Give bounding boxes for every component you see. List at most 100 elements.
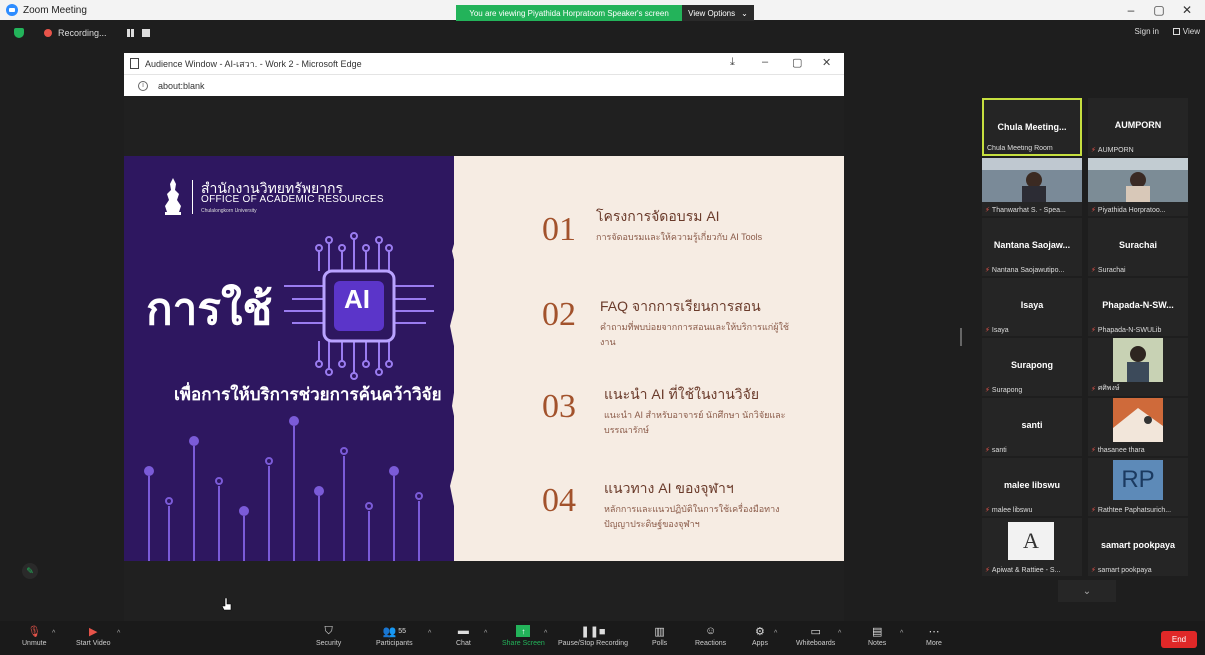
video-tile[interactable]: Nantana Saojaw... ⚡ Nantana Saojawutipo..… [982, 218, 1082, 276]
polls-label: Polls [652, 640, 668, 647]
browser-titlebar: Audience Window - AI-เสวา. - Work 2 - Mi… [124, 53, 844, 74]
muted-mic-icon: ⚡ [985, 207, 990, 214]
share-options-caret[interactable]: ^ [544, 630, 547, 637]
video-tile[interactable]: ⚡ thasanee thara [1088, 398, 1188, 456]
video-tile[interactable]: Chula Meeting... Chula Meeting Room [982, 98, 1082, 156]
apps-button[interactable]: ⚙ Apps [752, 625, 768, 648]
more-label: More [926, 640, 942, 647]
item-description: หลักการและแนวปฏิบัติในการใช้เครื่องมือทา… [604, 504, 780, 529]
participants-options-caret[interactable]: ^ [428, 630, 431, 637]
whiteboards-label: Whiteboards [796, 640, 836, 647]
muted-mic-icon: ⚡ [985, 387, 990, 394]
video-tile[interactable]: Surachai ⚡ Surachai [1088, 218, 1188, 276]
video-tile[interactable]: ⚡ Piyathida Horpratoo... [1088, 158, 1188, 216]
notes-button[interactable]: ▤ Notes [868, 625, 887, 648]
participant-label: ⚡ Thanwarhat S. - Spea... [985, 206, 1066, 215]
shield-icon[interactable] [14, 28, 24, 38]
video-tile[interactable]: Surapong ⚡ Surapong [982, 338, 1082, 396]
unmute-label: Unmute [22, 640, 47, 647]
end-meeting-button[interactable]: End [1161, 631, 1197, 648]
grid-next-page-button[interactable]: ⌄ [1058, 580, 1116, 602]
sign-in-link[interactable]: Sign in [1135, 27, 1159, 36]
slide-subheadline: เพื่อการให้บริการช่วยการค้นคว้าวิจัย [174, 385, 442, 404]
pause-recording-icon[interactable] [126, 29, 130, 37]
annotate-pencil-icon[interactable]: ✎ [22, 563, 38, 579]
info-icon[interactable]: i [138, 80, 148, 91]
video-tile[interactable]: A ⚡ Apiwat & Rattiee - S... [982, 518, 1082, 576]
participant-label: ⚡ Apiwat & Rattiee - S... [985, 566, 1061, 575]
notes-options-caret[interactable]: ^ [900, 630, 903, 637]
item-description: คำถามที่พบบ่อยจากการสอนและให้บริการแก่ผู… [600, 322, 790, 347]
reactions-label: Reactions [695, 640, 727, 647]
browser-minimize-button[interactable]: – [762, 56, 768, 68]
whiteboards-button[interactable]: ▭ Whiteboards [796, 625, 836, 648]
share-screen-button[interactable]: ↑ Share Screen [502, 625, 545, 647]
chat-options-caret[interactable]: ^ [484, 630, 487, 637]
video-tile[interactable]: ⚡ ศศิพงษ์ [1088, 338, 1188, 396]
participant-video [982, 158, 1082, 202]
video-tile[interactable]: RP ⚡ Rathtee Paphatsurich... [1088, 458, 1188, 516]
muted-mic-icon: ⚡ [1091, 567, 1096, 574]
audio-options-caret[interactable]: ^ [52, 630, 55, 637]
unmute-button[interactable]: 🎙 Unmute [22, 625, 47, 648]
polls-button[interactable]: ▥ Polls [652, 625, 668, 648]
security-button[interactable]: ⛉ Security [316, 624, 341, 648]
browser-title: Audience Window - AI-เสวา. - Work 2 - Mi… [145, 58, 362, 69]
shield-icon: ⛉ [324, 624, 333, 637]
item-title: โครงการจัดอบรม AI [596, 208, 720, 224]
ai-chip-label: AI [344, 284, 370, 314]
participant-name: Phapada-N-SW... [1102, 300, 1174, 310]
address-bar[interactable]: i about:blank [124, 74, 844, 96]
recording-dot-icon [44, 29, 52, 37]
reactions-button[interactable]: ☺ Reactions [695, 625, 726, 647]
participant-name: Surapong [1011, 360, 1053, 370]
participant-label: ⚡ Isaya [985, 326, 1009, 335]
item-description: แนะนำ AI สำหรับอาจารย์ นักศึกษา นักวิจัย… [604, 410, 786, 435]
video-tile[interactable]: malee libswu ⚡ malee libswu [982, 458, 1082, 516]
video-options-caret[interactable]: ^ [117, 630, 120, 637]
zoom-window: Zoom Meeting – ▢ ✕ You are viewing Piyat… [0, 0, 1205, 655]
video-tile[interactable]: Isaya ⚡ Isaya [982, 278, 1082, 336]
more-button[interactable]: ⋯ More [926, 625, 942, 648]
zoom-logo-icon [6, 4, 18, 16]
apps-options-caret[interactable]: ^ [774, 630, 777, 637]
panel-resize-handle[interactable] [960, 328, 962, 346]
pause-stop-recording-button[interactable]: ❚❚■ Pause/Stop Recording [558, 625, 629, 648]
item-title: FAQ จากการเรียนการสอน [600, 298, 761, 314]
participant-name: malee libswu [1003, 480, 1061, 490]
participant-label: ⚡ ศศิพงษ์ [1091, 385, 1120, 393]
participants-label: Participants [376, 640, 413, 647]
video-tile[interactable]: samart pookpaya ⚡ samart pookpaya [1088, 518, 1188, 576]
participant-label: ⚡ Surachai [1091, 266, 1126, 275]
start-video-button[interactable]: ▶ Start Video [76, 625, 111, 648]
minimize-button[interactable]: – [1117, 0, 1145, 20]
slide-headline: การใช้ [146, 285, 273, 334]
stop-recording-icon[interactable] [141, 29, 150, 37]
restore-button[interactable]: ▢ [1145, 0, 1173, 20]
chat-button[interactable]: ▬ Chat [456, 625, 471, 647]
video-tile[interactable]: Phapada-N-SW... ⚡ Phapada-N-SWULib [1088, 278, 1188, 336]
participant-name: AUMPORN [1114, 120, 1162, 130]
video-tile[interactable]: santi ⚡ santi [982, 398, 1082, 456]
whiteboard-options-caret[interactable]: ^ [838, 630, 841, 637]
participants-button[interactable]: 👥 55 Participants [376, 625, 413, 648]
browser-restore-button[interactable]: ▢ [792, 56, 802, 69]
app-title: Zoom Meeting [23, 4, 87, 16]
participant-label: ⚡ santi [985, 446, 1007, 455]
pause-recording-label: Pause/Stop Recording [558, 640, 629, 647]
close-button[interactable]: ✕ [1173, 0, 1201, 20]
address-text[interactable]: about:blank [158, 81, 205, 91]
video-tile[interactable]: AUMPORN ⚡ AUMPORN [1088, 98, 1188, 156]
item-description: การจัดอบรมและให้ความรู้เกี่ยวกับ AI Tool… [596, 232, 763, 242]
view-options-button[interactable]: View Options ⌄ [682, 5, 754, 22]
pin-icon[interactable]: ⤓ [730, 56, 735, 69]
view-button[interactable]: View [1172, 27, 1200, 36]
notes-label: Notes [868, 640, 887, 647]
video-tile[interactable]: ⚡ Thanwarhat S. - Spea... [982, 158, 1082, 216]
browser-close-button[interactable]: ✕ [822, 56, 831, 69]
chat-icon: ▬ [457, 625, 469, 637]
muted-mic-icon: 🎙 [27, 625, 42, 638]
share-screen-icon: ↑ [516, 625, 531, 637]
more-dots-icon: ⋯ [928, 625, 940, 638]
recording-label: Recording... [58, 28, 107, 38]
